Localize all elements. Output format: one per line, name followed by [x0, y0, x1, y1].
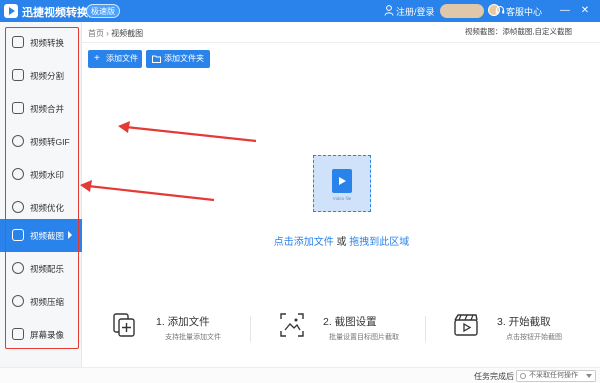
sidebar-item-label: 视频分割: [30, 71, 65, 81]
sidebar-item-label: 视频压缩: [30, 297, 65, 307]
edition-badge: 极速版: [86, 4, 120, 18]
optimize-icon: [12, 201, 24, 213]
gif-icon: [12, 135, 24, 147]
watermark-icon: [12, 168, 24, 180]
sidebar-item-video-convert[interactable]: 视频转换: [0, 26, 82, 59]
split-icon: [12, 69, 24, 81]
annotation-arrowhead: [118, 121, 130, 133]
sidebar-item-video-merge[interactable]: 视频合并: [0, 92, 82, 125]
sidebar-item-video-compress[interactable]: 视频压缩: [0, 285, 82, 318]
annotation-arrow: [87, 184, 215, 202]
sidebar-item-label: 视频水印: [30, 170, 65, 180]
after-task-label: 任务完成后: [474, 372, 514, 381]
add-file-label: 添加文件: [106, 54, 138, 63]
step-1-desc: 支持批量添加文件: [165, 334, 221, 341]
breadcrumb-separator: ›: [106, 29, 109, 38]
sidebar-item-label: 视频转GIF: [30, 137, 70, 147]
video-file-label: Video file: [332, 196, 352, 201]
sidebar-item-label: 屏幕录像: [30, 330, 65, 340]
sidebar-item-label: 视频转换: [30, 38, 65, 48]
breadcrumb-current: 视频截图: [111, 29, 144, 38]
sidebar-item-label: 视频配乐: [30, 264, 65, 274]
header-divider: [82, 42, 600, 43]
breadcrumb-home[interactable]: 首页: [88, 29, 104, 38]
chevron-down-icon: [586, 374, 592, 378]
sidebar-item-screen-record[interactable]: 屏幕录像: [0, 318, 82, 351]
breadcrumb: 首页 › 视频截图: [88, 28, 143, 39]
screenshot-settings-icon: [280, 313, 304, 337]
sidebar-item-label: 视频优化: [30, 203, 65, 213]
merge-icon: [12, 102, 24, 114]
power-icon: [520, 373, 526, 379]
step-2-title: 2. 截图设置: [323, 316, 377, 328]
click-add-file-link[interactable]: 点击添加文件: [274, 237, 334, 248]
compress-icon: [12, 295, 24, 307]
step-divider: [250, 316, 251, 342]
step-3-title: 3. 开始截取: [497, 316, 551, 328]
app-window: 迅捷视频转换器 极速版 注册/登录 客服中心 — ✕ 视频转换 视频分割 视频合…: [0, 0, 600, 383]
video-file-icon: [332, 169, 352, 193]
sidebar: 视频转换 视频分割 视频合并 视频转GIF 视频水印 视频优化 视频截图 视频配…: [0, 22, 82, 367]
drop-zone[interactable]: Video file: [313, 155, 371, 212]
add-folder-button[interactable]: 添加文件夹: [146, 50, 210, 68]
drop-hint: 点击添加文件 或 拖拽到此区域: [0, 233, 600, 248]
user-icon: [384, 5, 394, 16]
status-bar: 任务完成后 不采取任何操作: [0, 367, 600, 383]
feature-description: 视频截图：添帧截图,自定义截图: [464, 27, 572, 36]
close-button[interactable]: ✕: [578, 3, 592, 18]
app-logo-icon: [4, 4, 18, 18]
step-divider: [425, 316, 426, 342]
step-1-title: 1. 添加文件: [156, 316, 210, 328]
sidebar-item-video-split[interactable]: 视频分割: [0, 59, 82, 92]
after-task-value: 不采取任何操作: [529, 372, 578, 379]
record-icon: [12, 328, 24, 340]
folder-icon: [152, 55, 161, 63]
login-link[interactable]: 注册/登录: [396, 5, 435, 18]
add-file-step-icon: [113, 313, 135, 337]
add-folder-label: 添加文件夹: [164, 54, 204, 63]
minimize-button[interactable]: —: [558, 3, 572, 18]
sidebar-item-video-music[interactable]: 视频配乐: [0, 252, 82, 285]
plus-icon: +: [94, 53, 100, 64]
music-icon: [12, 262, 24, 274]
drop-hint-or: 或: [333, 237, 350, 248]
step-2-desc: 批量设置目标图片截取: [329, 334, 399, 341]
drag-here-link: 拖拽到此区域: [349, 237, 410, 248]
annotation-arrow: [125, 125, 257, 143]
sidebar-item-video-watermark[interactable]: 视频水印: [0, 158, 82, 191]
service-center-link[interactable]: 客服中心: [506, 5, 542, 18]
step-3-desc: 点击按钮开始截图: [506, 334, 562, 341]
add-file-button[interactable]: + 添加文件: [88, 50, 142, 68]
convert-icon: [12, 36, 24, 48]
title-bar: 迅捷视频转换器 极速版 注册/登录 客服中心 — ✕: [0, 0, 600, 22]
start-capture-icon: [454, 314, 478, 336]
headset-icon: [495, 6, 505, 14]
sidebar-item-video-to-gif[interactable]: 视频转GIF: [0, 125, 82, 158]
sidebar-item-label: 视频合并: [30, 104, 65, 114]
after-task-select[interactable]: 不采取任何操作: [516, 370, 596, 382]
user-info-blurred: [440, 4, 484, 18]
